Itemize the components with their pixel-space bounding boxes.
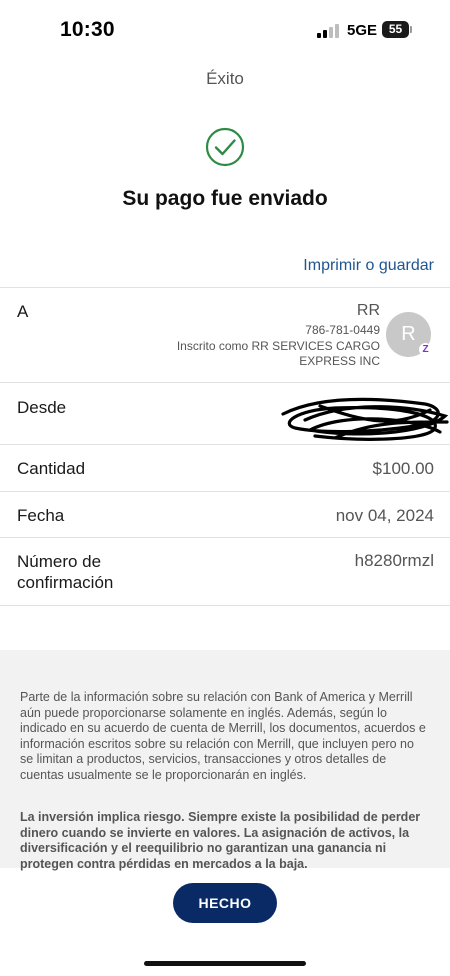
status-bar: 10:30 5GE 55 xyxy=(0,0,450,58)
divider xyxy=(0,287,450,288)
success-headline: Su pago fue enviado xyxy=(122,187,328,210)
date-label: Fecha xyxy=(17,506,65,525)
battery-icon: 55 xyxy=(382,21,412,38)
to-label: A xyxy=(17,302,29,321)
cellular-signal-icon xyxy=(317,24,341,38)
recipient-phone: 786-781-0449 xyxy=(305,323,380,337)
disclosure-panel: Parte de la información sobre su relació… xyxy=(0,650,450,871)
status-time: 10:30 xyxy=(60,18,115,41)
amount-label: Cantidad xyxy=(17,459,86,478)
redaction-scribble xyxy=(281,397,449,441)
page-title: Éxito xyxy=(206,69,244,88)
recipient-enrollment: Inscrito como RR SERVICES CARGO EXPRESS … xyxy=(176,339,380,368)
recipient-name: RR xyxy=(356,302,380,319)
disclosure-language-notice: Parte de la información sobre su relació… xyxy=(20,690,426,782)
zelle-badge-icon: Z xyxy=(419,343,432,356)
divider xyxy=(0,491,450,492)
print-or-save-link[interactable]: Imprimir o guardar xyxy=(303,257,434,275)
home-indicator[interactable] xyxy=(144,961,306,966)
confirmation-number: h8280rmzl xyxy=(354,551,434,570)
battery-level: 55 xyxy=(388,22,403,36)
divider xyxy=(0,605,450,606)
divider xyxy=(0,537,450,538)
network-type: 5GE xyxy=(347,22,378,39)
disclosure-investment-risk: La inversión implica riesgo. Siempre exi… xyxy=(20,810,421,871)
confirmation-label: Número de confirmación xyxy=(17,552,114,592)
divider xyxy=(0,382,450,383)
amount-value: $100.00 xyxy=(372,459,434,478)
divider xyxy=(0,444,450,445)
from-label: Desde xyxy=(17,398,67,417)
done-button[interactable]: HECHO xyxy=(173,883,277,923)
date-value: nov 04, 2024 xyxy=(335,506,434,525)
check-circle-icon xyxy=(205,127,245,167)
